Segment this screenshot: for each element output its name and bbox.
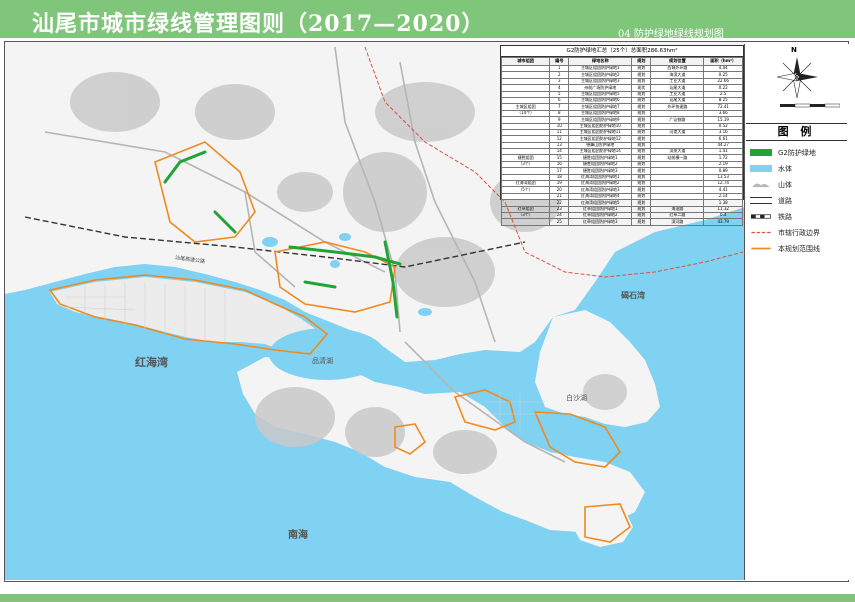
legend-label: 本规划范围线 xyxy=(778,245,820,253)
label-pinqing-lake: 品清湖 xyxy=(312,357,333,365)
table-header: 面积（hm²） xyxy=(703,57,743,66)
scale-bar-icon xyxy=(780,103,840,108)
table-header: 规划位置 xyxy=(650,57,705,66)
legend-label: 市辖行政边界 xyxy=(778,229,820,237)
footer-band xyxy=(0,594,855,602)
railway-icon xyxy=(751,214,771,219)
legend-label: 山体 xyxy=(778,181,792,189)
admin-boundary-icon xyxy=(751,231,771,234)
table-cell: 红草组团防护绿地3 xyxy=(568,218,633,226)
compass-icon xyxy=(776,57,818,99)
label-south-sea: 南海 xyxy=(288,530,308,541)
label-bishi-bay: 碣石湾 xyxy=(621,290,645,300)
road-swatch xyxy=(750,197,772,204)
label-honghai-bay: 红海湾 xyxy=(135,356,168,369)
table-header: 编号 xyxy=(549,57,570,66)
summary-table-grid: 城市组团 编号 绿地名称 规划 规划位置 面积（hm²） 1 主城区组团防护绿地1… xyxy=(500,57,743,226)
table-title: G2防护绿地汇总（25个）总面积286.63hm² xyxy=(501,46,743,57)
pinqing-lake xyxy=(269,328,385,380)
table-body: 1 主城区组团防护绿地1 规划 西城外环路 4.04 2 主城区组团防护绿地2 规划 海滨大道 0… xyxy=(500,64,743,226)
plan-boundary-icon xyxy=(751,247,771,250)
table-cell: 规划 xyxy=(631,218,652,226)
table-cell: 滨河路 xyxy=(650,218,705,226)
legend-label: 铁路 xyxy=(778,213,792,221)
hill-icon xyxy=(752,183,770,188)
label-baisha-lake: 白沙湖 xyxy=(566,394,587,402)
legend-label: 道路 xyxy=(778,197,792,205)
table-header: 城市组团 xyxy=(500,57,551,66)
green-belt-summary-table: G2防护绿地汇总（25个）总面积286.63hm² 城市组团 编号 绿地名称 规… xyxy=(500,45,744,226)
table-cell: 43.79 xyxy=(703,218,743,226)
water-swatch xyxy=(750,165,772,172)
page-title: 汕尾市城市绿线管理图则（2017—2020） xyxy=(32,11,485,37)
table-cell xyxy=(500,218,551,226)
legend-label: G2防护绿地 xyxy=(778,149,816,157)
north-label: N xyxy=(791,46,797,54)
table-header-row: 城市组团 编号 绿地名称 规划 规划位置 面积（hm²） xyxy=(500,57,743,66)
green-belt-swatch xyxy=(750,149,772,156)
sheet-title: 04 防护绿地绿线规划图 xyxy=(618,29,724,40)
table-header: 绿地名称 xyxy=(568,57,633,66)
legend-label: 水体 xyxy=(778,165,792,173)
table-row: 25 红草组团防护绿地3 规划 滨河路 43.79 xyxy=(500,218,743,226)
legend-title: 图 例 xyxy=(746,123,847,141)
table-header: 规划 xyxy=(631,57,652,66)
table-cell: 25 xyxy=(549,218,570,226)
